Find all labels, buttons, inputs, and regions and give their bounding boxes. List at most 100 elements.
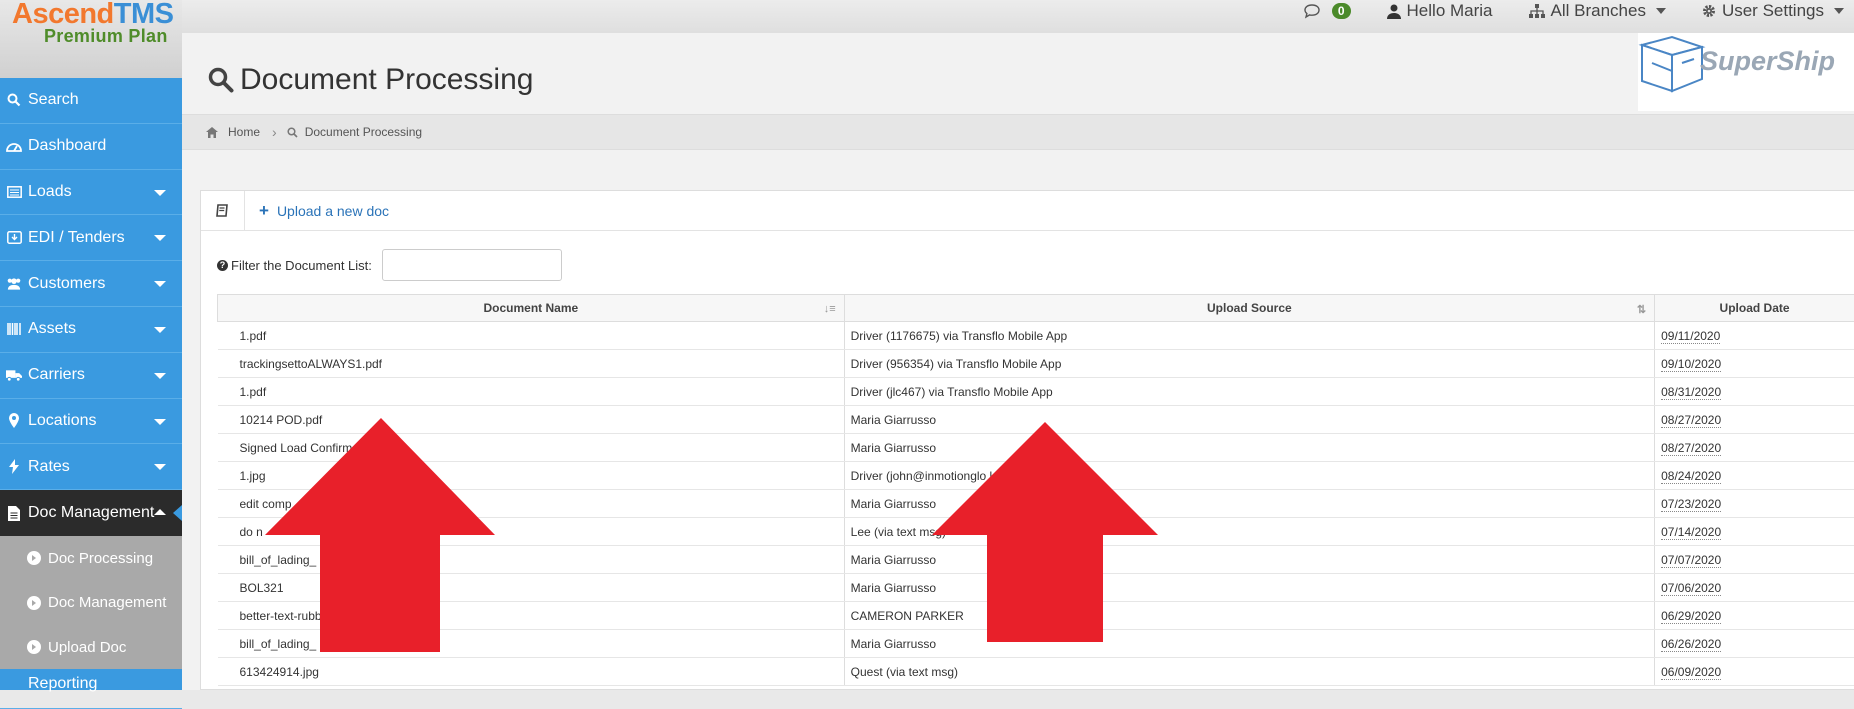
sidebar-item-carriers[interactable]: Carriers <box>0 353 182 399</box>
chevron-down-icon <box>154 327 166 333</box>
upload-date-value: 08/27/2020 <box>1661 441 1721 456</box>
sort-icon[interactable]: ⇅ <box>1637 303 1646 316</box>
branches-dropdown[interactable]: All Branches <box>1529 1 1666 21</box>
upload-new-doc-link[interactable]: + Upload a new doc <box>259 201 389 221</box>
column-header-document-name[interactable]: Document Name↓≡ <box>218 295 845 322</box>
dashboard-icon <box>6 138 22 154</box>
user-icon <box>1387 4 1401 19</box>
sidebar-item-dashboard[interactable]: Dashboard <box>0 124 182 170</box>
table-row[interactable]: 613424914.jpgQuest (via text msg) 06/09/2… <box>218 658 1854 686</box>
column-header-upload-date[interactable]: Upload Date <box>1655 295 1854 322</box>
sitemap-icon <box>1529 4 1545 18</box>
branches-label: All Branches <box>1551 1 1646 21</box>
upload-date-cell: 06/29/2020 <box>1655 602 1854 630</box>
table-row[interactable]: trackingsettoALWAYS1.pdfDriver (956354) … <box>218 350 1854 378</box>
upload-date-cell: 07/07/2020 <box>1655 546 1854 574</box>
sidebar-item-doc-management[interactable]: Doc Management <box>0 490 182 536</box>
barcode-icon <box>6 321 22 337</box>
sidebar-item-edi-tenders[interactable]: EDI / Tenders <box>0 215 182 261</box>
user-settings-dropdown[interactable]: User Settings <box>1702 1 1844 21</box>
sort-desc-icon[interactable]: ↓≡ <box>824 303 836 315</box>
sidebar-item-label: Dashboard <box>28 137 106 155</box>
sidebar-item-assets[interactable]: Assets <box>0 307 182 353</box>
sidebar-item-customers[interactable]: Customers <box>0 261 182 307</box>
sidebar-item-loads[interactable]: Loads <box>0 170 182 216</box>
bolt-icon <box>6 459 22 475</box>
submenu-item-label: Upload Doc <box>48 639 126 656</box>
document-name-cell: trackingsettoALWAYS1.pdf <box>218 350 845 378</box>
column-header-upload-source[interactable]: Upload Source⇅ <box>844 295 1654 322</box>
chevron-down-icon <box>154 281 166 287</box>
upload-date-value: 09/10/2020 <box>1661 357 1721 372</box>
upload-date-value: 06/09/2020 <box>1661 665 1721 680</box>
book-icon <box>216 204 229 217</box>
greeting-label: Hello Maria <box>1407 1 1493 21</box>
messages-button[interactable]: 0 <box>1303 3 1351 19</box>
submenu-item-doc-processing[interactable]: Doc Processing <box>0 536 182 581</box>
upload-date-cell: 08/24/2020 <box>1655 462 1854 490</box>
sidebar-item-label: Rates <box>28 458 70 476</box>
red-arrow-left <box>260 415 500 655</box>
upload-date-value: 07/07/2020 <box>1661 553 1721 568</box>
sidebar-item-label: Locations <box>28 412 97 430</box>
red-arrow-right <box>930 420 1160 645</box>
sidebar-item-search[interactable]: Search <box>0 78 182 124</box>
breadcrumb: Home › Document Processing <box>182 114 1854 150</box>
upload-date-cell: 07/06/2020 <box>1655 574 1854 602</box>
breadcrumb-current: Document Processing <box>305 125 422 139</box>
upload-date-value: 08/27/2020 <box>1661 413 1721 428</box>
sidebar: Search Dashboard Loads EDI / Tenders Cus… <box>0 78 182 690</box>
document-name-cell: 613424914.jpg <box>218 658 845 686</box>
document-name-cell: 1.pdf <box>218 322 845 350</box>
table-row[interactable]: 1.pdfDriver (1176675) via Transflo Mobil… <box>218 322 1854 350</box>
home-icon <box>206 127 218 138</box>
table-row[interactable]: 1.pdfDriver (jlc467) via Transflo Mobile… <box>218 378 1854 406</box>
search-icon <box>6 92 22 108</box>
upload-source-cell: Driver (956354) via Transflo Mobile App <box>844 350 1654 378</box>
supership-logo: SuperShip <box>1638 33 1854 111</box>
panel-toolbar: + Upload a new doc <box>201 191 1854 231</box>
submenu-item-label: Doc Management <box>48 594 166 611</box>
chevron-down-icon <box>154 464 166 470</box>
upload-date-value: 07/06/2020 <box>1661 581 1721 596</box>
sidebar-item-label: Reporting <box>28 675 97 693</box>
question-circle-icon: ? <box>217 260 228 271</box>
sidebar-item-label: Assets <box>28 320 76 338</box>
upload-date-value: 07/23/2020 <box>1661 497 1721 512</box>
filter-label: Filter the Document List: <box>231 258 372 273</box>
circle-arrow-icon <box>27 640 41 654</box>
chevron-down-icon <box>154 190 166 196</box>
upload-source-cell: Driver (jlc467) via Transflo Mobile App <box>844 378 1654 406</box>
document-name-cell: 1.pdf <box>218 378 845 406</box>
gear-icon <box>1702 4 1716 18</box>
upload-date-cell: 08/31/2020 <box>1655 378 1854 406</box>
users-icon <box>6 276 22 292</box>
brand-logo[interactable]: AscendTMS Premium Plan <box>0 0 182 78</box>
upload-source-cell: Quest (via text msg) <box>844 658 1654 686</box>
sidebar-item-locations[interactable]: Locations <box>0 399 182 445</box>
user-greeting[interactable]: Hello Maria <box>1387 1 1493 21</box>
search-icon <box>287 127 298 138</box>
chevron-down-icon <box>154 373 166 379</box>
filter-input[interactable] <box>382 249 562 281</box>
book-button[interactable] <box>201 191 245 231</box>
sidebar-item-rates[interactable]: Rates <box>0 444 182 490</box>
upload-date-value: 06/26/2020 <box>1661 637 1721 652</box>
submenu-item-upload-doc[interactable]: Upload Doc <box>0 625 182 670</box>
page-title: Document Processing <box>208 63 533 97</box>
upload-date-value: 09/11/2020 <box>1661 329 1720 344</box>
sidebar-item-label: Search <box>28 91 79 109</box>
sidebar-item-reporting[interactable]: Reporting <box>0 669 182 709</box>
sidebar-item-label: Doc Management <box>28 504 154 522</box>
chevron-down-icon <box>1656 8 1666 14</box>
breadcrumb-home-link[interactable]: Home <box>228 125 260 139</box>
submenu-item-doc-management[interactable]: Doc Management <box>0 580 182 625</box>
circle-arrow-icon <box>27 551 41 565</box>
sidebar-item-label: Carriers <box>28 366 85 384</box>
upload-date-cell: 06/26/2020 <box>1655 630 1854 658</box>
filter-row: ? Filter the Document List: <box>217 249 562 281</box>
sidebar-item-label: Loads <box>28 183 72 201</box>
supership-logo-image: SuperShip <box>1638 33 1854 111</box>
map-marker-icon <box>6 413 22 429</box>
upload-date-cell: 07/23/2020 <box>1655 490 1854 518</box>
